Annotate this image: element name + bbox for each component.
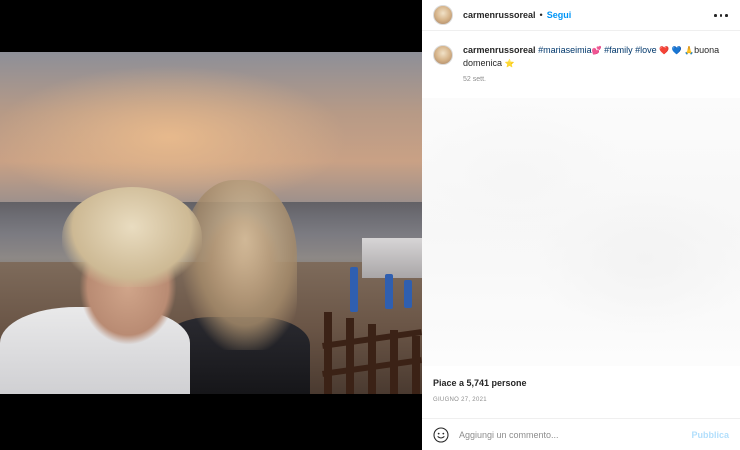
photo-building xyxy=(362,238,422,278)
blue-heart-emoji-icon: 💙 xyxy=(671,46,682,55)
author-username[interactable]: carmenrussoreal xyxy=(463,10,536,20)
star-emoji-icon: ⭐ xyxy=(504,59,515,68)
caption-text: carmenrussoreal #mariaseimia💕 #family #l… xyxy=(463,44,727,70)
publish-button[interactable]: Pubblica xyxy=(691,430,729,440)
more-options-icon[interactable] xyxy=(714,8,728,22)
caption-timestamp[interactable]: 52 sett. xyxy=(463,76,727,83)
likes-count[interactable]: Piace a 5,741 persone xyxy=(433,378,527,388)
hashtag-link[interactable]: #family xyxy=(604,45,633,55)
post-photo[interactable] xyxy=(0,52,422,394)
post-header: carmenrussoreal • Segui xyxy=(422,0,740,31)
photo-umbrella-pole xyxy=(404,280,412,308)
photo-person-left-hair xyxy=(62,187,202,287)
post-side-panel: carmenrussoreal • Segui carmenrussoreal … xyxy=(422,0,740,450)
post-media-panel xyxy=(0,0,422,450)
hashtag-link[interactable]: #mariaseimia xyxy=(538,45,592,55)
header-separator: • xyxy=(539,10,543,20)
photo-umbrella-pole xyxy=(350,267,358,312)
add-comment-bar: Pubblica xyxy=(422,418,740,450)
post-caption: carmenrussoreal #mariaseimia💕 #family #l… xyxy=(433,44,729,83)
comments-area xyxy=(422,98,740,366)
photo-person-right-hair xyxy=(182,180,297,350)
post-date[interactable]: GIUGNO 27, 2021 xyxy=(433,397,487,403)
hashtag-link[interactable]: #love xyxy=(635,45,657,55)
author-avatar[interactable] xyxy=(433,5,453,25)
caption-username[interactable]: carmenrussoreal xyxy=(463,45,536,55)
emoji-smiley-icon[interactable] xyxy=(433,426,449,443)
comment-input[interactable] xyxy=(459,429,679,440)
praying-hands-emoji-icon: 🙏 xyxy=(684,46,695,55)
caption-body: carmenrussoreal #mariaseimia💕 #family #l… xyxy=(463,44,727,83)
red-heart-emoji-icon: ❤️ xyxy=(659,46,670,55)
photo-umbrella-pole xyxy=(385,274,393,309)
caption-author-avatar[interactable] xyxy=(433,45,453,65)
follow-button[interactable]: Segui xyxy=(547,10,572,20)
photo-wooden-fence xyxy=(322,312,422,394)
two-hearts-emoji-icon: 💕 xyxy=(591,46,602,55)
